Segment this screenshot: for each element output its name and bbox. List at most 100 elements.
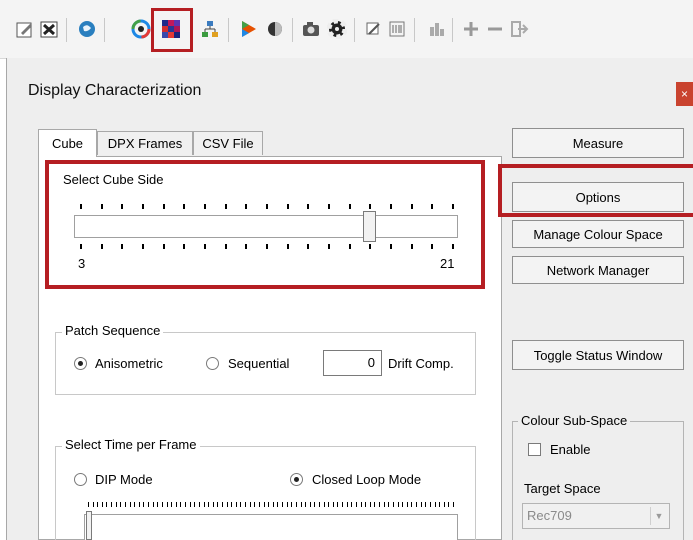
- slider-tick: [324, 502, 325, 507]
- slider-tick: [407, 502, 408, 507]
- slider-tick: [349, 204, 351, 209]
- cube-slider-min-label: 3: [78, 256, 86, 271]
- slider-tick: [390, 204, 392, 209]
- slider-tick: [277, 502, 278, 507]
- slider-tick: [328, 204, 330, 209]
- sphere-icon[interactable]: [264, 18, 286, 40]
- manage-colour-space-button[interactable]: Manage Colour Space: [512, 220, 684, 248]
- closed-loop-mode-radio[interactable]: [290, 473, 303, 486]
- slider-tick: [183, 244, 185, 249]
- slider-tick: [240, 502, 241, 507]
- tab-cube[interactable]: Cube: [38, 129, 97, 157]
- time-per-frame-slider[interactable]: [84, 514, 458, 540]
- slider-tick: [421, 502, 422, 507]
- exit-icon[interactable]: [508, 18, 530, 40]
- enable-checkbox[interactable]: [528, 443, 541, 456]
- radiation-icon[interactable]: [326, 18, 348, 40]
- slider-tick: [398, 502, 399, 507]
- main-toolbar: [0, 0, 693, 59]
- slider-tick: [125, 502, 126, 507]
- slider-tick: [349, 244, 351, 249]
- cube-slider-ticks-top: [80, 204, 454, 210]
- slider-tick: [301, 502, 302, 507]
- cube-slider-ticks-bottom: [80, 244, 454, 250]
- plus-icon[interactable]: [460, 18, 482, 40]
- network-icon[interactable]: [199, 18, 221, 40]
- slider-tick: [190, 502, 191, 507]
- slider-tick: [120, 502, 121, 507]
- time-per-frame-title: Select Time per Frame: [62, 437, 200, 452]
- slider-tick: [444, 502, 445, 507]
- chevron-down-icon[interactable]: ▼: [650, 507, 667, 525]
- network-manager-button[interactable]: Network Manager: [512, 256, 684, 284]
- sequential-label[interactable]: Sequential: [228, 356, 289, 371]
- tab-dpx-frames[interactable]: DPX Frames: [97, 131, 193, 155]
- slider-tick: [217, 502, 218, 507]
- slider-tick: [245, 502, 246, 507]
- camera-icon[interactable]: [300, 18, 322, 40]
- slider-tick: [305, 502, 306, 507]
- slider-tick: [134, 502, 135, 507]
- measure-button[interactable]: Measure: [512, 128, 684, 158]
- cube-side-slider[interactable]: [74, 215, 458, 238]
- slider-tick: [370, 502, 371, 507]
- slider-tick: [225, 204, 227, 209]
- enable-label[interactable]: Enable: [550, 442, 590, 457]
- slider-tick: [93, 502, 94, 507]
- time-slider-ticks: [88, 502, 454, 508]
- close-button[interactable]: ×: [676, 82, 693, 106]
- slider-tick: [388, 502, 389, 507]
- slider-tick: [194, 502, 195, 507]
- sequential-radio[interactable]: [206, 357, 219, 370]
- slider-tick: [130, 502, 131, 507]
- slider-tick: [356, 502, 357, 507]
- slider-tick: [245, 244, 247, 249]
- slider-tick: [266, 204, 268, 209]
- slider-tick: [142, 244, 144, 249]
- slider-tick: [425, 502, 426, 507]
- anisometric-label[interactable]: Anisometric: [95, 356, 163, 371]
- slider-tick: [204, 204, 206, 209]
- slider-tick: [287, 502, 288, 507]
- slider-tick: [176, 502, 177, 507]
- drift-comp-field[interactable]: 0: [323, 350, 382, 376]
- wand-icon[interactable]: [362, 18, 384, 40]
- slider-tick: [369, 204, 371, 209]
- tab-csv-file[interactable]: CSV File: [193, 131, 263, 155]
- slider-tick: [268, 502, 269, 507]
- color-triangle-icon[interactable]: [238, 18, 260, 40]
- slider-tick: [213, 502, 214, 507]
- slider-tick: [231, 502, 232, 507]
- slider-tick: [121, 244, 123, 249]
- slider-tick: [102, 502, 103, 507]
- abc-icon[interactable]: [386, 18, 408, 40]
- slider-tick: [411, 502, 412, 507]
- slider-tick: [101, 244, 103, 249]
- minus-icon[interactable]: [484, 18, 506, 40]
- slider-tick: [452, 244, 454, 249]
- slider-tick: [157, 502, 158, 507]
- slider-tick: [254, 502, 255, 507]
- cube-side-slider-thumb[interactable]: [363, 211, 376, 242]
- slider-tick: [411, 244, 413, 249]
- slider-tick: [143, 502, 144, 507]
- slider-tick: [142, 204, 144, 209]
- delete-icon[interactable]: [38, 18, 60, 40]
- slider-tick: [162, 502, 163, 507]
- slider-tick: [351, 502, 352, 507]
- slider-tick: [250, 502, 251, 507]
- slider-tick: [369, 244, 371, 249]
- time-per-frame-slider-thumb[interactable]: [86, 511, 92, 540]
- dip-mode-label[interactable]: DIP Mode: [95, 472, 153, 487]
- closed-loop-mode-label[interactable]: Closed Loop Mode: [312, 472, 421, 487]
- anisometric-radio[interactable]: [74, 357, 87, 370]
- color-wheel-icon[interactable]: [130, 18, 152, 40]
- globe-icon[interactable]: [76, 18, 98, 40]
- toggle-status-window-button[interactable]: Toggle Status Window: [512, 340, 684, 370]
- target-space-select[interactable]: Rec709 ▼: [522, 503, 670, 529]
- slider-tick: [342, 502, 343, 507]
- chart-icon[interactable]: [426, 18, 448, 40]
- options-button[interactable]: Options: [512, 182, 684, 212]
- edit-icon[interactable]: [14, 18, 36, 40]
- dip-mode-radio[interactable]: [74, 473, 87, 486]
